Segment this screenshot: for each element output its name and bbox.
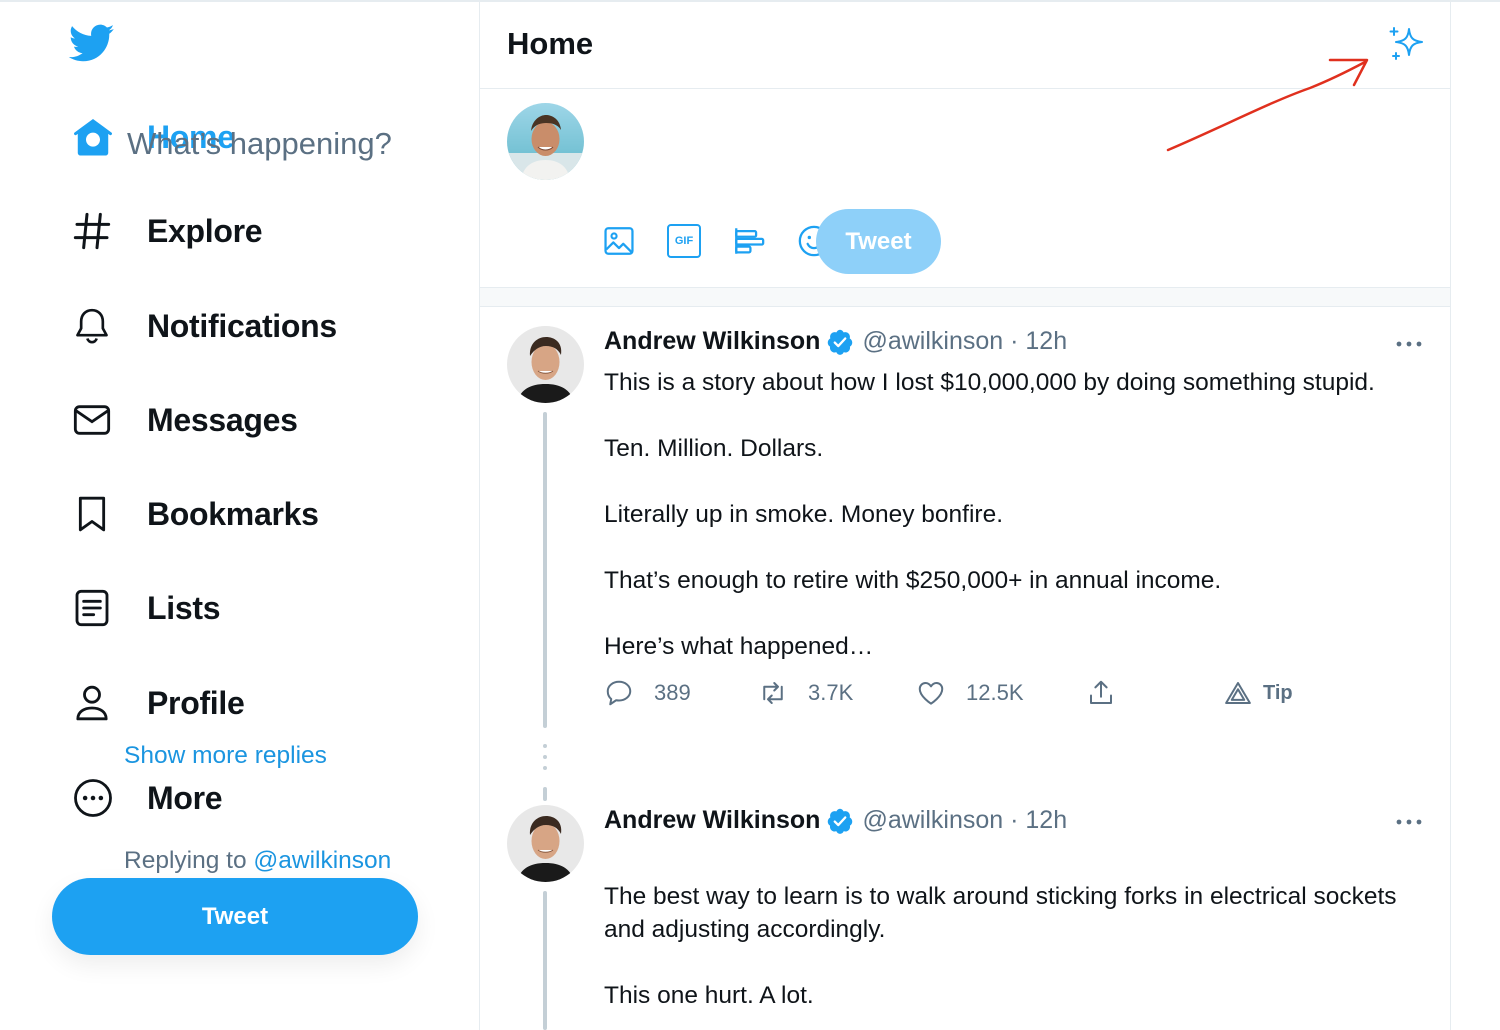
more-circle-icon — [74, 779, 112, 817]
sidebar-item-label: Explore — [147, 212, 263, 249]
verified-badge-icon — [828, 329, 853, 355]
sidebar-item-label: Lists — [147, 589, 221, 626]
thread-dot — [543, 755, 547, 759]
replying-to: Replying to @awilkinson — [124, 847, 391, 875]
thread-line — [543, 787, 547, 801]
author-avatar-image — [507, 805, 584, 882]
section-divider — [480, 287, 1450, 307]
replying-prefix: Replying to — [124, 847, 247, 874]
tip-button[interactable]: Tip — [1223, 676, 1293, 710]
retweet-icon — [763, 682, 783, 704]
compose-tweet-input[interactable] — [127, 124, 727, 164]
retweet-button[interactable]: 3.7K — [758, 676, 853, 710]
sidebar-item-bookmarks[interactable]: Bookmarks — [60, 484, 319, 544]
poll-icon[interactable] — [732, 224, 766, 258]
thread-line — [543, 891, 547, 1030]
more-options-icon[interactable] — [1394, 812, 1424, 832]
sparkle-icon[interactable] — [1386, 24, 1426, 64]
gif-icon[interactable]: GIF — [667, 224, 701, 258]
sidebar-tweet-button[interactable]: Tweet — [52, 878, 418, 955]
sidebar-item-more[interactable]: More — [60, 768, 223, 828]
thread-dot — [543, 766, 547, 770]
tweet-text: The best way to learn is to walk around … — [604, 883, 1397, 1009]
hashtag-icon — [73, 212, 111, 250]
heart-icon — [918, 682, 944, 705]
list-icon — [75, 589, 109, 627]
share-icon — [1090, 680, 1112, 704]
like-count: 12.5K — [966, 680, 1024, 705]
tweet-header: Andrew Wilkinson @awilkinson · 12h — [604, 806, 1067, 835]
bookmark-icon — [78, 496, 106, 532]
bell-icon — [76, 308, 108, 344]
sidebar-item-notifications[interactable]: Notifications — [60, 296, 337, 356]
sidebar-item-explore[interactable]: Explore — [60, 201, 263, 261]
sidebar-item-label: More — [147, 779, 223, 816]
annotation-arrow — [1166, 58, 1369, 152]
twitter-bird-icon[interactable] — [66, 20, 118, 66]
sidebar-item-label: Profile — [147, 684, 245, 721]
sidebar-item-lists[interactable]: Lists — [60, 578, 221, 638]
tweet-author-avatar[interactable] — [507, 805, 584, 882]
page-title: Home — [507, 26, 594, 61]
sidebar-item-messages[interactable]: Messages — [60, 390, 298, 450]
envelope-icon — [73, 405, 111, 435]
author-avatar-image — [507, 326, 584, 403]
reply-button[interactable]: 389 — [604, 676, 691, 710]
author-name[interactable]: Andrew Wilkinson — [604, 327, 820, 356]
replying-to-link[interactable]: @awilkinson — [253, 847, 391, 874]
share-button[interactable] — [1086, 676, 1116, 710]
thread-dot — [543, 744, 547, 748]
home-icon — [73, 118, 113, 156]
reply-count: 389 — [654, 680, 691, 705]
author-handle-time: @awilkinson · 12h — [862, 327, 1068, 355]
tweet-header: Andrew Wilkinson @awilkinson · 12h — [604, 327, 1067, 356]
image-icon[interactable] — [602, 224, 636, 258]
author-name[interactable]: Andrew Wilkinson — [604, 806, 820, 835]
author-handle-time: @awilkinson · 12h — [862, 806, 1068, 834]
tip-label: Tip — [1263, 681, 1293, 704]
sidebar-item-label: Messages — [147, 401, 298, 438]
like-button[interactable]: 12.5K — [916, 676, 1024, 710]
more-options-icon[interactable] — [1394, 334, 1424, 354]
tweet-author-avatar[interactable] — [507, 326, 584, 403]
person-icon — [76, 685, 108, 721]
compose-tweet-button[interactable]: Tweet — [816, 209, 941, 274]
verified-badge-icon — [828, 808, 853, 834]
sidebar-item-label: Bookmarks — [147, 495, 319, 532]
tip-icon — [1225, 682, 1251, 704]
show-more-replies-link[interactable]: Show more replies — [124, 742, 327, 770]
sidebar-item-label: Notifications — [147, 307, 337, 344]
tweet-text: This is a story about how I lost $10,000… — [604, 369, 1375, 660]
reply-icon — [606, 680, 632, 706]
thread-line — [543, 412, 547, 728]
sidebar-item-profile[interactable]: Profile — [60, 673, 245, 733]
retweet-count: 3.7K — [808, 680, 854, 705]
